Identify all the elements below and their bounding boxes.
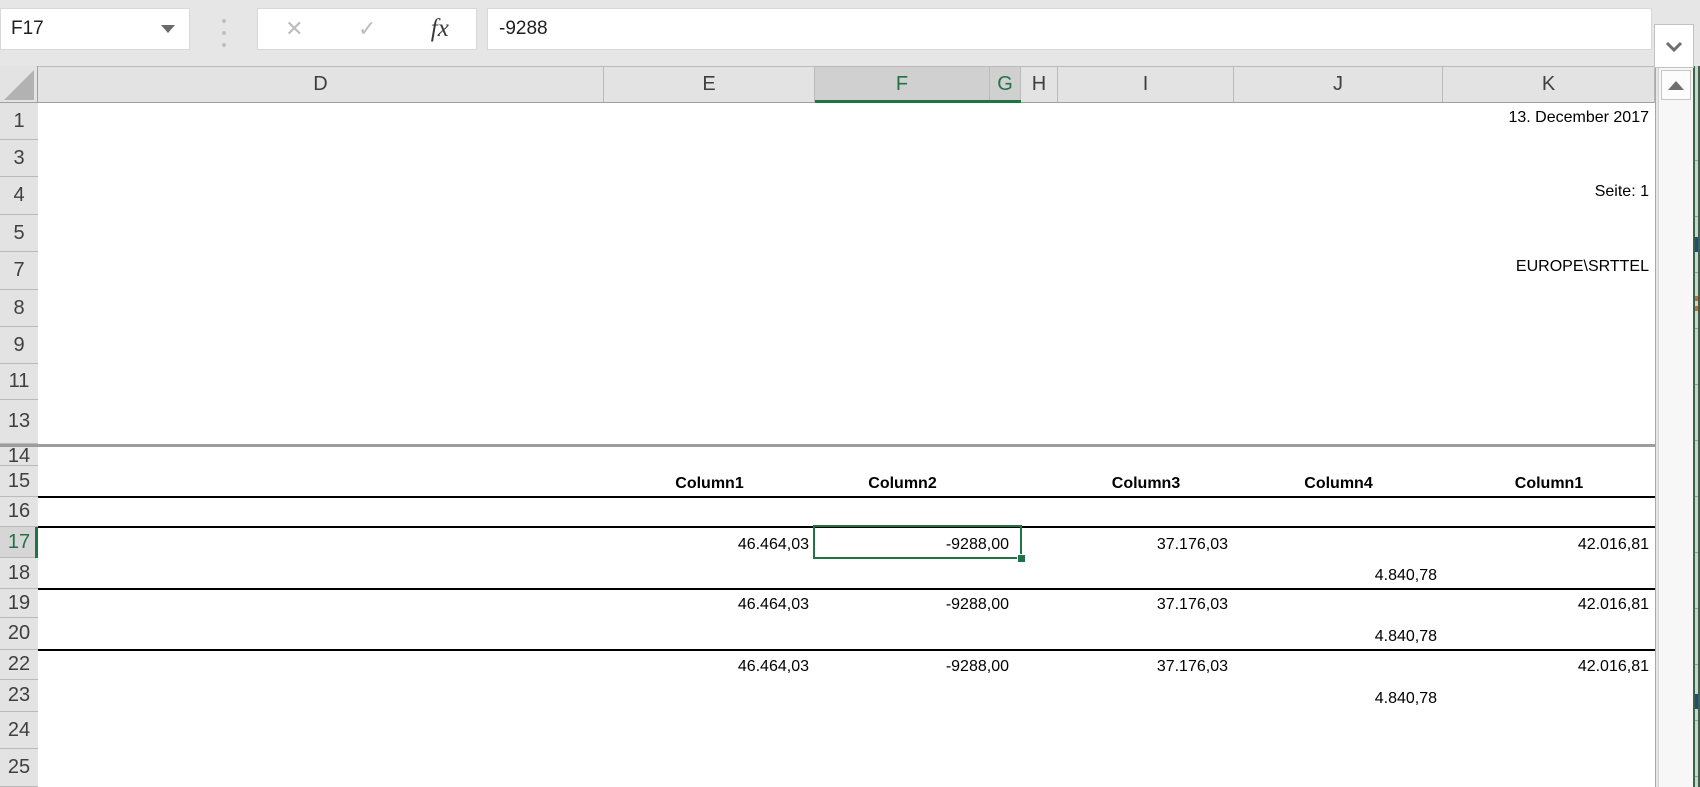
formula-bar-grip[interactable]: [221, 19, 227, 47]
row-header-5[interactable]: 5: [0, 215, 38, 252]
excel-window: F17 ✕ ✓ fx -9288 DEFGHIJK134578911131415…: [0, 0, 1700, 787]
sliver-mark: [1695, 237, 1698, 252]
chevron-down-icon: [1665, 41, 1683, 52]
vertical-scrollbar[interactable]: [1658, 66, 1693, 787]
row-header-15[interactable]: 15: [0, 466, 38, 497]
up-arrow-icon: [1668, 81, 1684, 90]
row-header-8[interactable]: 8: [0, 290, 38, 327]
cell-K7[interactable]: EUROPE\SRTTEL: [1445, 256, 1649, 278]
cell-K1[interactable]: 13. December 2017: [1445, 107, 1649, 129]
cell-I17[interactable]: 37.176,03: [1060, 534, 1228, 556]
column-header-F[interactable]: F: [815, 66, 990, 103]
column-header-D[interactable]: D: [38, 66, 604, 103]
row-header-17[interactable]: 17: [0, 527, 38, 558]
row-header-1[interactable]: 1: [0, 103, 38, 140]
sliver-divider: [1695, 328, 1698, 329]
column-header-I[interactable]: I: [1058, 66, 1234, 103]
table-border-below-row-15: [38, 496, 1655, 498]
table-header-J15[interactable]: Column4: [1234, 473, 1443, 495]
cell-E22[interactable]: 46.464,03: [606, 656, 809, 678]
row-header-4[interactable]: 4: [0, 177, 38, 215]
column-header-G[interactable]: G: [990, 66, 1021, 103]
cell-K19[interactable]: 42.016,81: [1445, 594, 1649, 616]
name-box-value: F17: [1, 18, 161, 40]
row-header-16[interactable]: 16: [0, 497, 38, 527]
selection-border: [813, 525, 1022, 559]
sliver-mark: [1695, 694, 1698, 709]
row-header-22[interactable]: 22: [0, 650, 38, 680]
formula-input[interactable]: -9288: [487, 8, 1652, 50]
row-header-3[interactable]: 3: [0, 140, 38, 177]
formula-buttons: ✕ ✓ fx: [257, 8, 477, 50]
sliver-divider: [1695, 664, 1698, 665]
sliver-divider: [1695, 384, 1698, 385]
table-header-K15[interactable]: Column1: [1443, 473, 1655, 495]
column-header-H[interactable]: H: [1021, 66, 1058, 103]
row-header-7[interactable]: 7: [0, 252, 38, 290]
cell-I22[interactable]: 37.176,03: [1060, 656, 1228, 678]
cell-J20[interactable]: 4.840,78: [1236, 626, 1437, 648]
sliver-mark: [1695, 296, 1698, 301]
sliver-divider: [1695, 216, 1698, 217]
sliver-divider: [1695, 496, 1698, 497]
expand-formula-bar-button[interactable]: [1654, 24, 1694, 68]
cell-E17[interactable]: 46.464,03: [606, 534, 809, 556]
select-all-button[interactable]: [0, 66, 38, 103]
sliver-divider: [1695, 608, 1698, 609]
insert-function-icon[interactable]: fx: [431, 15, 449, 43]
cell-K4[interactable]: Seite: 1: [1445, 181, 1649, 203]
fill-handle[interactable]: [1017, 554, 1026, 563]
cell-J18[interactable]: 4.840,78: [1236, 565, 1437, 587]
row-header-19[interactable]: 19: [0, 589, 38, 618]
enter-icon[interactable]: ✓: [358, 18, 376, 40]
row-header-20[interactable]: 20: [0, 618, 38, 650]
column-header-K[interactable]: K: [1443, 66, 1655, 103]
right-edge-window-sliver: [1693, 0, 1700, 787]
cell-FG22[interactable]: -9288,00: [817, 656, 1009, 678]
cell-J23[interactable]: 4.840,78: [1236, 688, 1437, 710]
table-border-below-row-20: [38, 649, 1655, 651]
row-header-13[interactable]: 13: [0, 400, 38, 444]
row-header-23[interactable]: 23: [0, 680, 38, 712]
row-header-25[interactable]: 25: [0, 749, 38, 787]
cell-K22[interactable]: 42.016,81: [1445, 656, 1649, 678]
table-border-below-row-18: [38, 588, 1655, 590]
row-header-24[interactable]: 24: [0, 712, 38, 749]
cell-I19[interactable]: 37.176,03: [1060, 594, 1228, 616]
page-break-line: [0, 444, 1655, 447]
row-header-9[interactable]: 9: [0, 327, 38, 364]
column-header-E[interactable]: E: [604, 66, 815, 103]
name-box[interactable]: F17: [0, 8, 190, 50]
column-header-J[interactable]: J: [1234, 66, 1443, 103]
formula-value: -9288: [488, 18, 548, 40]
cell-FG19[interactable]: -9288,00: [817, 594, 1009, 616]
cancel-icon[interactable]: ✕: [285, 18, 303, 40]
grid-right-border: [1655, 66, 1656, 787]
sliver-divider: [1695, 552, 1698, 553]
table-header-E15[interactable]: Column1: [604, 473, 815, 495]
cell-K17[interactable]: 42.016,81: [1445, 534, 1649, 556]
select-all-icon: [4, 70, 34, 100]
formula-bar-strip: F17 ✕ ✓ fx -9288: [0, 0, 1700, 66]
sliver-divider: [1695, 720, 1698, 721]
sliver-mark: [1695, 306, 1698, 311]
table-header-F15[interactable]: Column2: [815, 473, 990, 495]
sliver-divider: [1695, 272, 1698, 273]
sliver-divider: [1695, 776, 1698, 777]
row-header-18[interactable]: 18: [0, 558, 38, 589]
column-header-accent-F: [815, 100, 990, 103]
row-header-11[interactable]: 11: [0, 364, 38, 400]
row-header-14[interactable]: 14: [0, 447, 38, 466]
name-box-dropdown-icon[interactable]: [161, 25, 175, 33]
row-header-accent-17: [35, 527, 38, 558]
sliver-divider: [1695, 160, 1698, 161]
scroll-up-button[interactable]: [1661, 70, 1691, 100]
column-header-accent-G: [990, 100, 1021, 103]
cell-E19[interactable]: 46.464,03: [606, 594, 809, 616]
table-header-I15[interactable]: Column3: [1058, 473, 1234, 495]
sliver-divider: [1695, 440, 1698, 441]
